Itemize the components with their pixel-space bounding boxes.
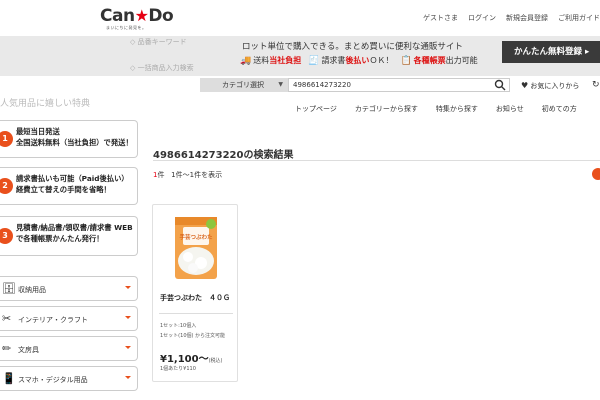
sort-toggle[interactable]	[592, 168, 600, 180]
category-select[interactable]: カテゴリ選択 ▼	[200, 78, 288, 92]
main-nav: トップページ カテゴリーから探す 特集から探す お知らせ 初めての方	[295, 104, 577, 114]
pencil-icon: ✏	[2, 342, 12, 355]
promo-text: 見積書/納品書/領収書/請求書 WEBで各種帳票かんたん発行！	[16, 223, 133, 243]
logo-tagline: まいにちに発見を。	[106, 25, 147, 30]
promo-number: 3	[0, 228, 13, 244]
chevron-down-icon	[125, 376, 131, 379]
feature-forms: 📋 各種帳票出力可能	[400, 56, 478, 66]
invoice-icon: 🧾	[308, 56, 320, 66]
promo-text: 請求書払いも可能（Paid後払い）経費立て替えの手間を省略！	[16, 174, 129, 194]
sidebar-item-smartphone[interactable]: 📱 スマホ・デジタル用品	[0, 366, 138, 391]
band-features: 🚚 送料当社負担 🧾 請求書後払いＯＫ！ 📋 各種帳票出力可能	[240, 55, 478, 66]
feature-shipping: 🚚 送料当社負担	[240, 56, 302, 66]
promo-shipping[interactable]: 1 最短当日発送 全国送料無料（当社負担）で発送！	[0, 120, 138, 158]
logo-star-icon: ★	[134, 6, 149, 25]
product-card[interactable]: 手芸つぶわた 手芸つぶわた ４０Ｇ 1セット:10個入 1セット(10個) から…	[152, 204, 238, 382]
ghost-keyword-search: ◇ 品番キーワード	[130, 38, 187, 46]
nav-category[interactable]: カテゴリーから探す	[355, 104, 418, 114]
divider	[153, 160, 600, 161]
ghost-bulk-search: ◇ 一括商品入力検索	[130, 64, 194, 72]
nav-first-time[interactable]: 初めての方	[542, 104, 577, 114]
sidebar-item-label: スマホ・デジタル用品	[18, 376, 88, 384]
form-icon: 📋	[400, 56, 412, 66]
product-set-info: 1セット:10個入	[160, 323, 197, 329]
favorites-link[interactable]: ♥ お気に入りから	[521, 81, 579, 91]
promo-invoice[interactable]: 2 請求書払いも可能（Paid後払い）経費立て替えの手間を省略！	[0, 167, 138, 205]
account-links: ゲストさま ログイン 新規会員登録 ご利用ガイド	[423, 13, 600, 23]
search-row: 人気用品に嬉しい特典 カテゴリ選択 ▼ 4986614273220 ♥ お気に入…	[0, 76, 600, 109]
chevron-down-icon	[125, 286, 131, 289]
guest-label: ゲストさま	[423, 14, 458, 22]
chevron-down-icon	[125, 316, 131, 319]
search-icon[interactable]	[494, 79, 506, 91]
site-logo[interactable]: Can★Do	[100, 6, 174, 26]
product-unit-price: 1個あたり¥110	[160, 366, 196, 372]
tools-icon: ✂	[2, 312, 12, 325]
promo-forms[interactable]: 3 見積書/納品書/領収書/請求書 WEBで各種帳票かんたん発行！	[0, 216, 138, 256]
sidebar-item-label: 文房具	[18, 346, 39, 354]
nav-top[interactable]: トップページ	[295, 104, 337, 114]
guide-link[interactable]: ご利用ガイド	[558, 13, 600, 23]
history-icon[interactable]: ↻	[592, 80, 600, 90]
sidebar-item-interior-craft[interactable]: ✂ インテリア・クラフト	[0, 306, 138, 331]
chevron-down-icon	[125, 346, 131, 349]
result-count: 1件 1件～1件を表示	[153, 171, 223, 179]
chevron-down-icon: ▼	[278, 81, 283, 88]
storage-icon: 🗄	[2, 282, 16, 295]
top-header: Can★Do まいにちに発見を。 ゲストさま ログイン 新規会員登録 ご利用ガイ…	[0, 0, 600, 36]
promo-number: 1	[0, 131, 13, 147]
sidebar-item-storage[interactable]: 🗄 収納用品	[0, 276, 138, 301]
free-registration-button[interactable]: かんたん無料登録 ▸	[502, 41, 600, 63]
feature-invoice: 🧾 請求書後払いＯＫ！	[308, 56, 394, 66]
truck-icon: 🚚	[240, 56, 252, 66]
smartphone-icon: 📱	[2, 372, 16, 385]
search-input[interactable]: 4986614273220	[288, 78, 510, 92]
divider	[159, 313, 233, 314]
heart-icon: ♥	[521, 81, 529, 90]
register-link[interactable]: 新規会員登録	[506, 13, 548, 23]
product-name[interactable]: 手芸つぶわた ４０Ｇ	[160, 293, 230, 303]
login-link[interactable]: ログイン	[468, 13, 496, 23]
package-label: 手芸つぶわた	[179, 233, 213, 241]
product-min-order: 1セット(10個) から注文可能	[160, 333, 226, 339]
nav-feature[interactable]: 特集から探す	[436, 104, 478, 114]
band-message: ロット単位で購入できる。まとめ買いに便利な通販サイト	[242, 42, 463, 52]
sidebar-item-label: インテリア・クラフト	[18, 316, 88, 324]
promo-number: 2	[0, 178, 13, 194]
ghost-sidebar-heading: 人気用品に嬉しい特典	[0, 99, 91, 109]
promo-text: 最短当日発送 全国送料無料（当社負担）で発送！	[16, 127, 133, 147]
sidebar-item-stationery[interactable]: ✏ 文房具	[0, 336, 138, 361]
product-image[interactable]: 手芸つぶわた	[171, 213, 221, 283]
nav-news[interactable]: お知らせ	[496, 104, 524, 114]
product-price: ¥1,100～(税込)	[160, 354, 223, 365]
sidebar-item-label: 収納用品	[18, 286, 46, 294]
page-title: 4986614273220の検索結果	[153, 150, 294, 161]
